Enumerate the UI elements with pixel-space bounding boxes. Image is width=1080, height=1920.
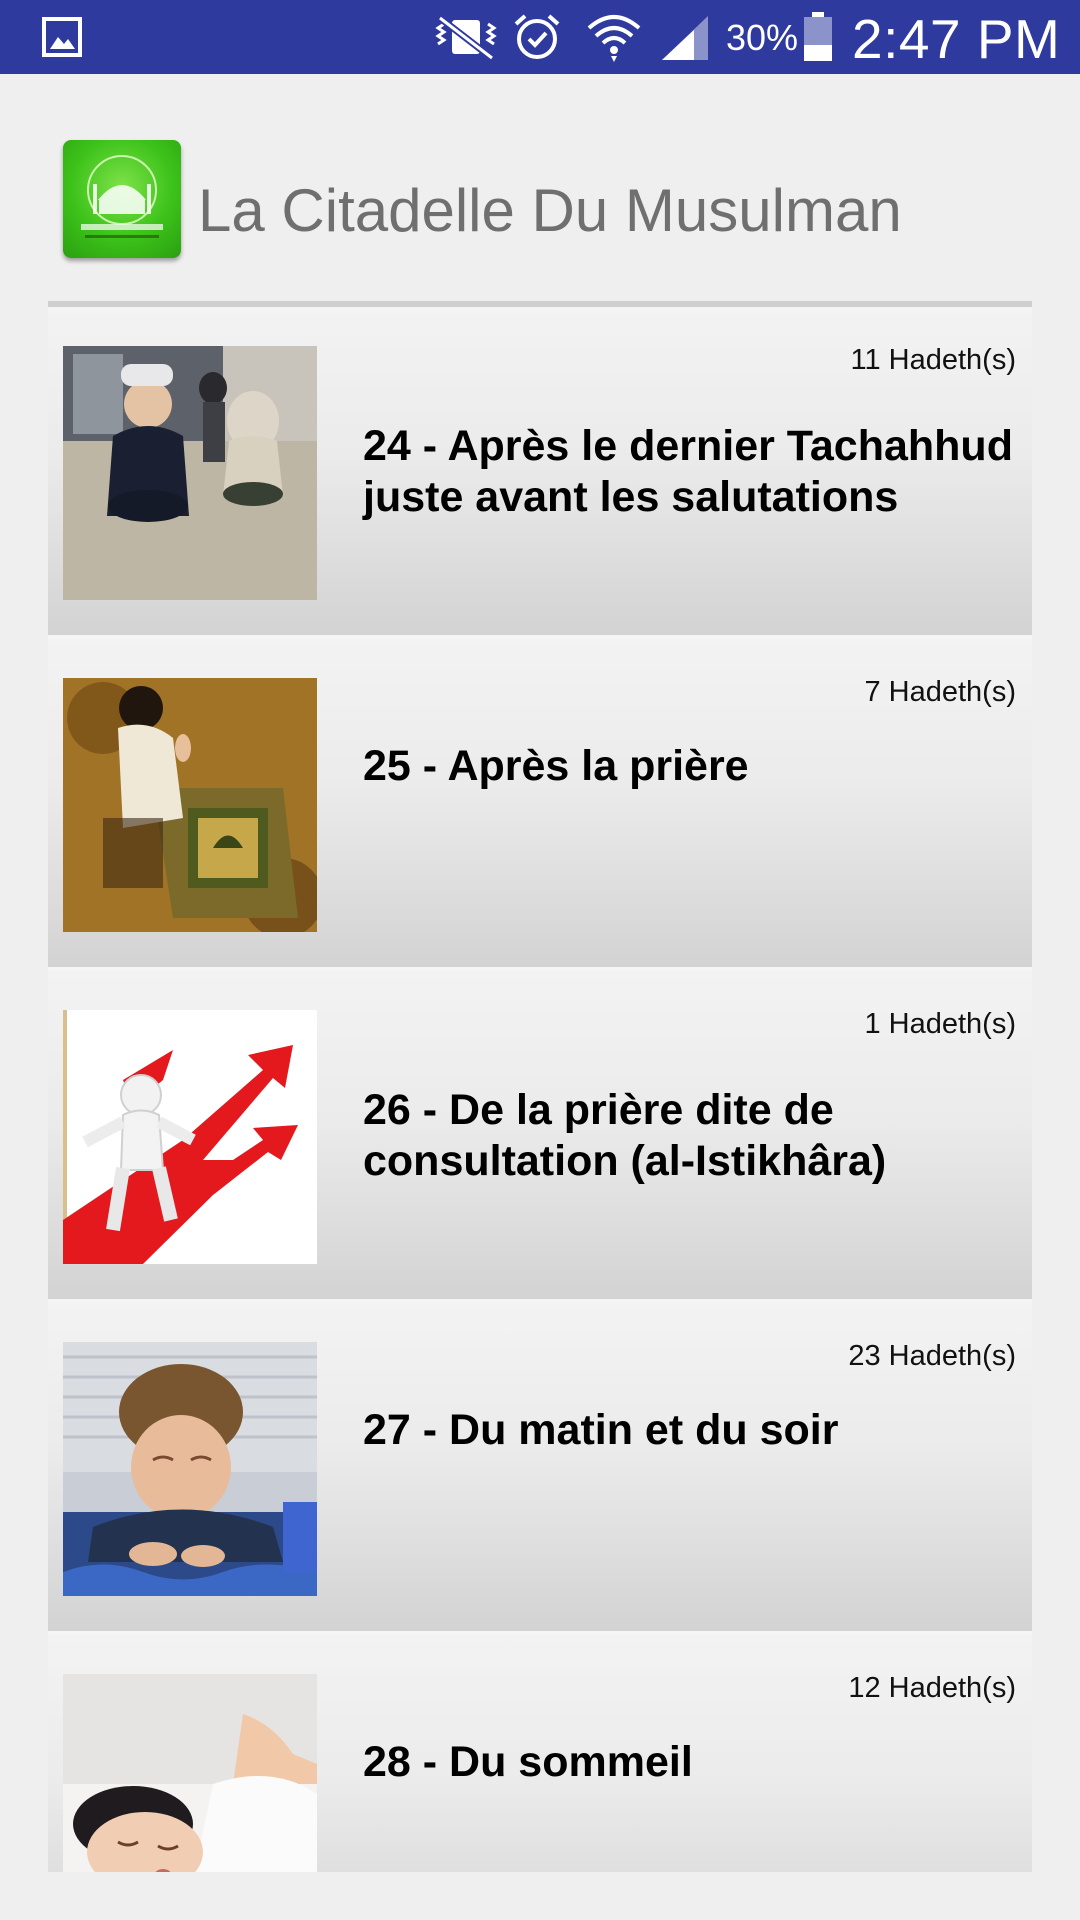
list-item[interactable]: 7 Hadeth(s) 25 - Après la prière [48,639,1032,971]
clock: 2:47 PM [852,8,1061,70]
app-header: La Citadelle Du Musulman [48,74,1032,302]
status-bar: 30% 2:47 PM [0,0,1080,74]
hadith-count: 7 Hadeth(s) [864,676,1016,708]
sleepy-child-morning-image [63,1342,317,1596]
hadith-count: 1 Hadeth(s) [864,1008,1016,1040]
mosque-logo-icon[interactable] [63,140,181,258]
crossroad-arrows-image [63,1010,317,1264]
hadith-count: 23 Hadeth(s) [848,1340,1016,1372]
wifi-icon [587,15,641,62]
chapter-list[interactable]: 11 Hadeth(s) 24 - Après le dernier Tacha… [48,307,1032,1872]
chapter-title: 24 - Après le dernier Tachahhud juste av… [363,422,1013,521]
children-praying-image [63,346,317,600]
child-prayer-rug-image [63,678,317,932]
list-item[interactable]: 23 Hadeth(s) 27 - Du matin et du soir [48,1303,1032,1635]
chapter-title: 28 - Du sommeil [363,1738,693,1786]
list-item[interactable]: 12 Hadeth(s) 28 - Du sommeil [48,1635,1032,1872]
alarm-icon [514,14,560,59]
chapter-title: 25 - Après la prière [363,742,749,790]
chapter-title: 26 - De la prière dite de consultation (… [363,1086,887,1185]
list-item[interactable]: 11 Hadeth(s) 24 - Après le dernier Tacha… [48,307,1032,639]
app-title: La Citadelle Du Musulman [198,177,902,244]
sleeping-child-image [63,1674,317,1872]
list-item[interactable]: 1 Hadeth(s) 26 - De la prière dite de co… [48,971,1032,1303]
gallery-icon [42,17,82,57]
battery-percent: 30% [726,17,799,58]
hadith-count: 11 Hadeth(s) [850,344,1017,376]
vibrate-mute-icon [435,15,497,60]
battery-icon [804,12,832,61]
cell-signal-icon [662,16,708,60]
chapter-title: 27 - Du matin et du soir [363,1406,839,1454]
hadith-count: 12 Hadeth(s) [848,1672,1016,1704]
